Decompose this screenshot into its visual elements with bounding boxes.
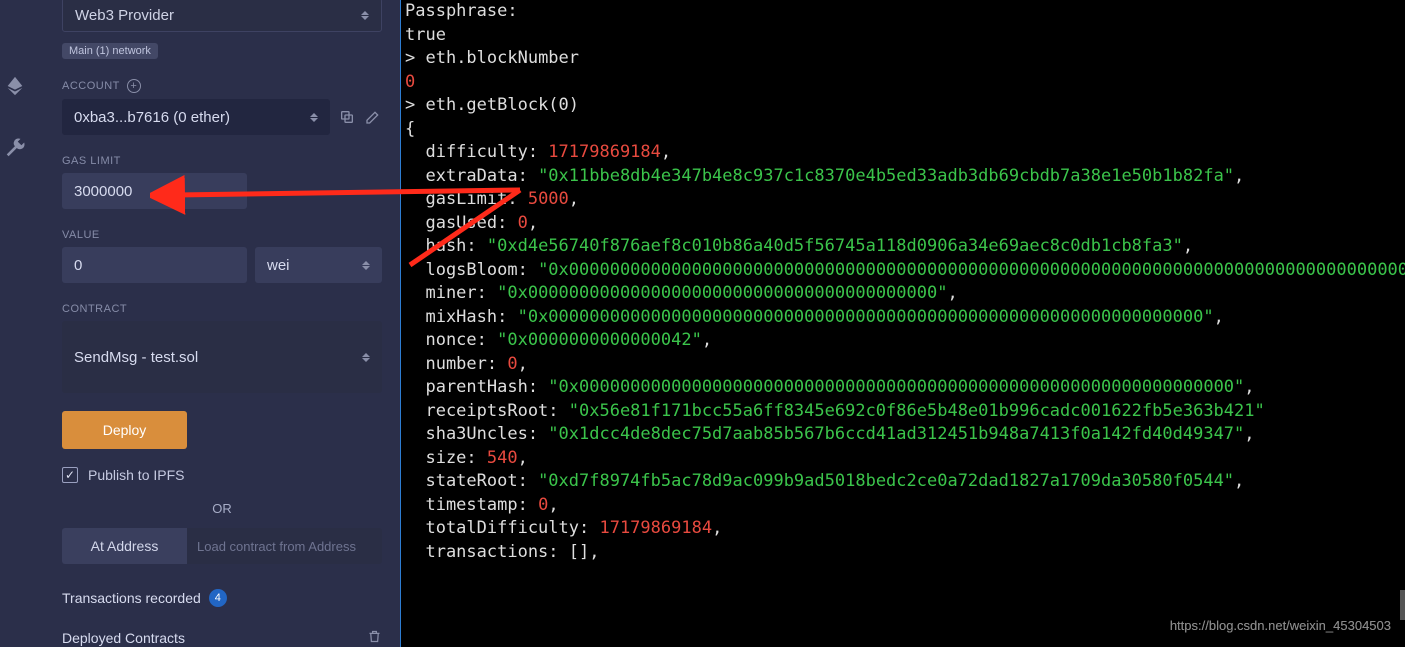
gas-limit-label: GAS LIMIT [62,155,382,167]
copy-icon[interactable] [338,108,356,126]
account-value: 0xba3...b7616 (0 ether) [74,109,230,126]
transactions-section[interactable]: Transactions recorded 4 [62,589,382,607]
edit-icon[interactable] [364,108,382,126]
account-select[interactable]: 0xba3...b7616 (0 ether) [62,99,330,135]
transactions-count-badge: 4 [209,589,227,607]
icon-rail [0,0,30,647]
trash-icon[interactable] [367,629,382,647]
ethereum-icon[interactable] [4,75,26,102]
value-label: VALUE [62,229,382,241]
at-address-placeholder: Load contract from Address [197,539,356,554]
value-unit: wei [267,257,290,274]
at-address-input[interactable]: Load contract from Address [187,528,382,564]
account-label: ACCOUNT + [62,79,382,93]
chevron-updown-icon [310,113,318,122]
check-icon: ✓ [62,467,78,483]
chevron-updown-icon [361,11,369,20]
at-address-button[interactable]: At Address [62,528,187,564]
value-unit-select[interactable]: wei [255,247,382,283]
watermark: https://blog.csdn.net/weixin_45304503 [1170,614,1391,638]
contract-select[interactable]: SendMsg - test.sol [62,321,382,393]
scrollbar-thumb[interactable] [1400,590,1405,620]
environment-value: Web3 Provider [75,7,174,24]
deploy-button[interactable]: Deploy [62,411,187,449]
contract-value: SendMsg - test.sol [74,349,198,366]
value-input[interactable] [62,247,247,283]
gas-limit-input[interactable] [62,173,247,209]
terminal-output[interactable]: Passphrase: true > eth.blockNumber 0 > e… [400,0,1405,647]
publish-ipfs-label: Publish to IPFS [88,467,185,483]
publish-ipfs-checkbox[interactable]: ✓ Publish to IPFS [62,467,382,483]
environment-select[interactable]: Web3 Provider [62,0,382,32]
deploy-panel: Web3 Provider Main (1) network ACCOUNT +… [30,0,400,647]
network-badge: Main (1) network [62,43,158,59]
deployed-section[interactable]: Deployed Contracts [62,629,382,647]
or-divider: OR [62,501,382,516]
contract-label: CONTRACT [62,303,382,315]
chevron-updown-icon [362,353,370,362]
add-account-icon[interactable]: + [127,79,141,93]
chevron-updown-icon [362,261,370,270]
wrench-icon[interactable] [4,137,26,164]
